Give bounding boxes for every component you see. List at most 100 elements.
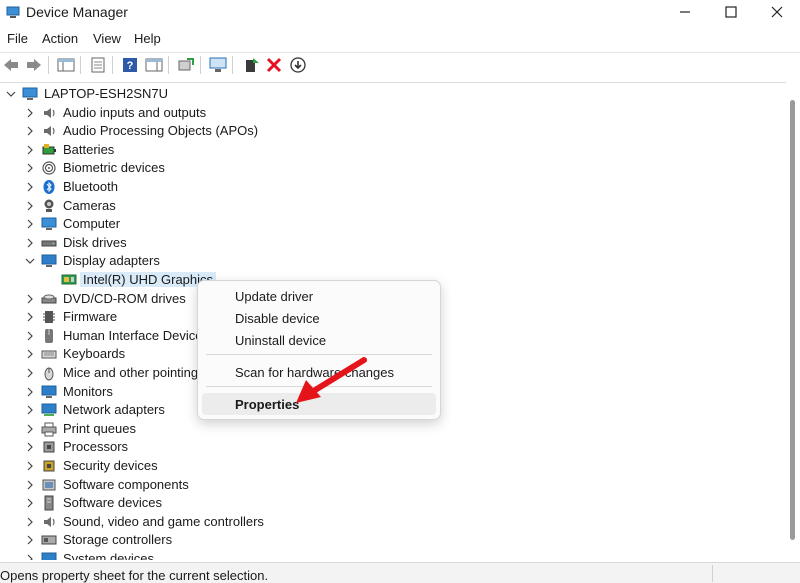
maximize-button[interactable] — [708, 0, 754, 24]
title-bar: Device Manager — [0, 0, 800, 26]
scan-for-hardware-changes-button[interactable] — [208, 55, 228, 75]
download-driver-button[interactable] — [288, 55, 308, 75]
tree-category[interactable]: Print queues — [0, 420, 786, 438]
expand-chevron-icon[interactable] — [25, 553, 35, 560]
expand-chevron-icon[interactable] — [25, 404, 35, 416]
toolbar-separator — [200, 56, 201, 74]
expand-chevron-icon[interactable] — [25, 125, 35, 137]
menu-item-update-driver[interactable]: Update driver — [202, 285, 436, 307]
speaker-icon — [44, 126, 55, 137]
tree-category[interactable]: Biometric devices — [0, 159, 786, 177]
tree-category[interactable]: Batteries — [0, 141, 786, 159]
properties-button[interactable] — [88, 55, 108, 75]
menu-help[interactable]: Help — [134, 31, 161, 46]
processor-chip-icon — [43, 441, 55, 453]
menu-item-properties[interactable]: Properties — [202, 393, 436, 415]
tree-category[interactable]: Bluetooth — [0, 178, 786, 196]
security-chip-icon — [43, 460, 55, 472]
expand-chevron-icon[interactable] — [25, 200, 35, 212]
toolbar-separator — [48, 56, 49, 74]
menu-bar: File Action View Help — [0, 28, 800, 50]
status-text: Opens property sheet for the current sel… — [0, 568, 269, 583]
expand-chevron-icon[interactable] — [25, 348, 35, 360]
tree-category[interactable]: Software devices — [0, 494, 786, 512]
tree-category[interactable]: Display adapters — [0, 252, 786, 270]
tree-root[interactable]: LAPTOP-ESH2SN7U — [0, 85, 786, 103]
menu-item-uninstall-device[interactable]: Uninstall device — [202, 329, 436, 351]
keyboard-icon — [41, 350, 57, 359]
gpu-icon — [61, 274, 77, 285]
tree-category[interactable]: Cameras — [0, 197, 786, 215]
computer-icon — [41, 217, 57, 231]
tree-category-label: Processors — [63, 439, 129, 455]
tree-category[interactable]: Security devices — [0, 457, 786, 475]
expand-chevron-icon[interactable] — [25, 516, 35, 528]
expand-chevron-icon[interactable] — [25, 386, 35, 398]
minimize-button[interactable] — [662, 0, 708, 24]
expand-chevron-icon[interactable] — [25, 107, 35, 119]
expand-chevron-icon[interactable] — [25, 218, 35, 230]
firmware-chip-icon — [43, 311, 55, 324]
expand-chevron-icon[interactable] — [25, 311, 35, 323]
menu-item-scan-hardware[interactable]: Scan for hardware changes — [202, 361, 436, 383]
tree-category-label: Disk drives — [63, 234, 127, 250]
expand-chevron-icon[interactable] — [25, 423, 35, 435]
tree-category[interactable]: Sound, video and game controllers — [0, 513, 786, 531]
show-hide-action-pane-button[interactable] — [144, 55, 164, 75]
expand-chevron-icon[interactable] — [25, 237, 35, 249]
expand-chevron-icon[interactable] — [25, 162, 35, 174]
expand-chevron-icon[interactable] — [25, 144, 35, 156]
expand-chevron-icon[interactable] — [25, 330, 35, 342]
collapse-chevron-icon[interactable] — [6, 88, 16, 100]
forward-button[interactable] — [24, 55, 44, 75]
tree-category[interactable]: Audio inputs and outputs — [0, 104, 786, 122]
tree-category[interactable]: Disk drives — [0, 234, 786, 252]
tree-category-label: Batteries — [63, 141, 115, 157]
help-button[interactable]: ? — [120, 55, 140, 75]
expand-chevron-icon[interactable] — [25, 293, 35, 305]
back-button[interactable] — [1, 55, 21, 75]
svg-text:?: ? — [127, 60, 134, 72]
menu-view[interactable]: View — [93, 31, 121, 46]
expand-chevron-icon[interactable] — [25, 497, 35, 509]
storage-controller-icon — [41, 535, 57, 545]
expand-chevron-icon[interactable] — [25, 460, 35, 472]
menu-item-disable-device[interactable]: Disable device — [202, 307, 436, 329]
properties-sheet-icon — [91, 57, 105, 73]
tree-root-label: LAPTOP-ESH2SN7U — [44, 86, 169, 101]
vertical-scrollbar[interactable] — [788, 82, 800, 560]
tree-category[interactable]: Computer — [0, 215, 786, 233]
expand-chevron-icon[interactable] — [25, 181, 35, 193]
tree-category-label: Firmware — [63, 309, 118, 325]
tree-category[interactable]: Software components — [0, 476, 786, 494]
back-arrow-icon — [4, 59, 18, 71]
scrollbar-thumb[interactable] — [790, 100, 795, 540]
close-button[interactable] — [754, 0, 800, 24]
tree-category[interactable]: Audio Processing Objects (APOs) — [0, 122, 786, 140]
tree-category-label: Security devices — [63, 458, 158, 473]
disk-drive-icon — [41, 240, 57, 247]
expand-chevron-icon[interactable] — [25, 479, 35, 491]
tree-category-label: Computer — [63, 216, 121, 232]
menu-action[interactable]: Action — [42, 31, 78, 46]
status-bar: Opens property sheet for the current sel… — [0, 562, 800, 583]
expand-chevron-icon[interactable] — [25, 441, 35, 453]
show-hide-console-tree-button[interactable] — [56, 55, 76, 75]
tree-category-label: Human Interface Devices — [63, 327, 209, 343]
update-driver-button[interactable] — [176, 55, 196, 75]
tree-category[interactable]: System devices — [0, 550, 786, 560]
uninstall-device-button[interactable] — [264, 55, 284, 75]
tree-category-label: Network adapters — [63, 402, 165, 418]
close-icon — [771, 6, 783, 18]
tree-category[interactable]: Processors — [0, 438, 786, 456]
expand-chevron-icon[interactable] — [25, 534, 35, 546]
menu-file[interactable]: File — [7, 31, 28, 46]
collapse-chevron-icon[interactable] — [25, 255, 35, 267]
tree-category-label: Software components — [63, 476, 189, 492]
tree-category[interactable]: Storage controllers — [0, 531, 786, 549]
enable-device-button[interactable] — [242, 55, 262, 75]
update-driver-icon — [178, 58, 194, 71]
tree-device-label: Intel(R) UHD Graphics — [80, 272, 217, 287]
dvd-drive-icon — [41, 294, 57, 304]
expand-chevron-icon[interactable] — [25, 367, 35, 379]
